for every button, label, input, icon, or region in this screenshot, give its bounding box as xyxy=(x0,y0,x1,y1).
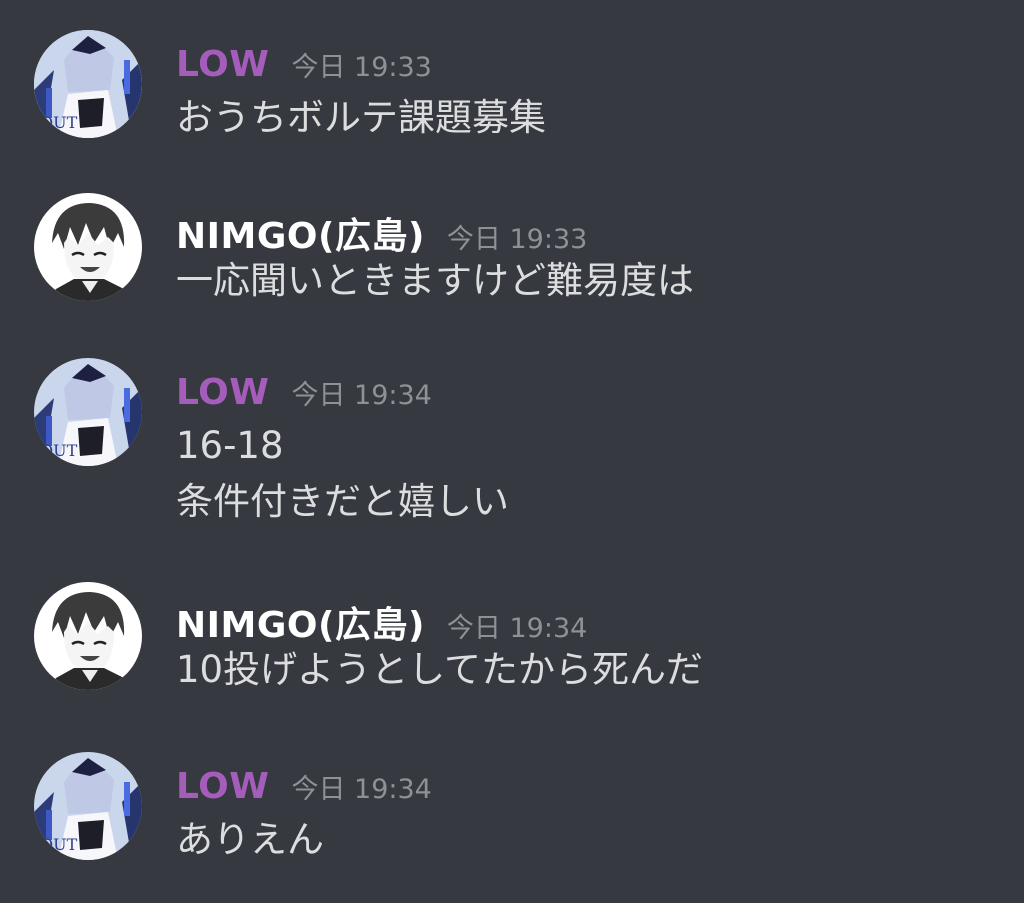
anime-girl-avatar-icon: ΟUT xyxy=(34,358,142,466)
anime-girl-avatar-icon: ΟUT xyxy=(34,752,142,860)
manga-boy-avatar-icon xyxy=(34,582,142,690)
author-name[interactable]: NIMGO(広島) xyxy=(176,207,425,259)
message-header: LOW 今日 19:34 xyxy=(176,372,432,416)
message-text: 一応聞いときますけど難易度は xyxy=(176,259,694,302)
author-name[interactable]: NIMGO(広島) xyxy=(176,596,425,648)
message-header: LOW 今日 19:33 xyxy=(176,44,432,88)
avatar-low-icon[interactable]: ΟUT xyxy=(34,358,142,466)
avatar-low-icon[interactable]: ΟUT xyxy=(34,752,142,860)
svg-text:ΟUT: ΟUT xyxy=(40,441,78,460)
timestamp: 今日 19:33 xyxy=(291,52,432,83)
message-text: 10投げようとしてたから死んだ xyxy=(176,648,703,691)
svg-text:ΟUT: ΟUT xyxy=(40,835,78,854)
timestamp: 今日 19:34 xyxy=(291,380,432,411)
chat-message-list: ΟUT LOW 今日 19:33 おうちボルテ課題募集 NIMGO(広島) 今日… xyxy=(0,0,1024,903)
message-text: おうちボルテ課題募集 xyxy=(176,96,546,139)
author-name[interactable]: LOW xyxy=(176,766,269,807)
avatar-nimgo-icon[interactable] xyxy=(34,193,142,301)
manga-boy-avatar-icon xyxy=(34,193,142,301)
avatar-low-icon[interactable]: ΟUT xyxy=(34,30,142,138)
author-name[interactable]: LOW xyxy=(176,44,269,85)
avatar-nimgo-icon[interactable] xyxy=(34,582,142,690)
author-name[interactable]: LOW xyxy=(176,372,269,413)
anime-girl-avatar-icon: ΟUT xyxy=(34,30,142,138)
timestamp: 今日 19:34 xyxy=(291,774,432,805)
message-text: ありえん xyxy=(176,818,324,861)
timestamp: 今日 19:34 xyxy=(446,613,588,644)
timestamp: 今日 19:33 xyxy=(446,224,588,255)
message-text: 16-18 xyxy=(176,424,284,467)
message-header: NIMGO(広島) 今日 19:34 xyxy=(176,596,587,646)
svg-text:ΟUT: ΟUT xyxy=(40,113,78,132)
message-header: LOW 今日 19:34 xyxy=(176,766,432,810)
message-header: NIMGO(広島) 今日 19:33 xyxy=(176,207,587,257)
message-text: 条件付きだと嬉しい xyxy=(176,480,509,523)
